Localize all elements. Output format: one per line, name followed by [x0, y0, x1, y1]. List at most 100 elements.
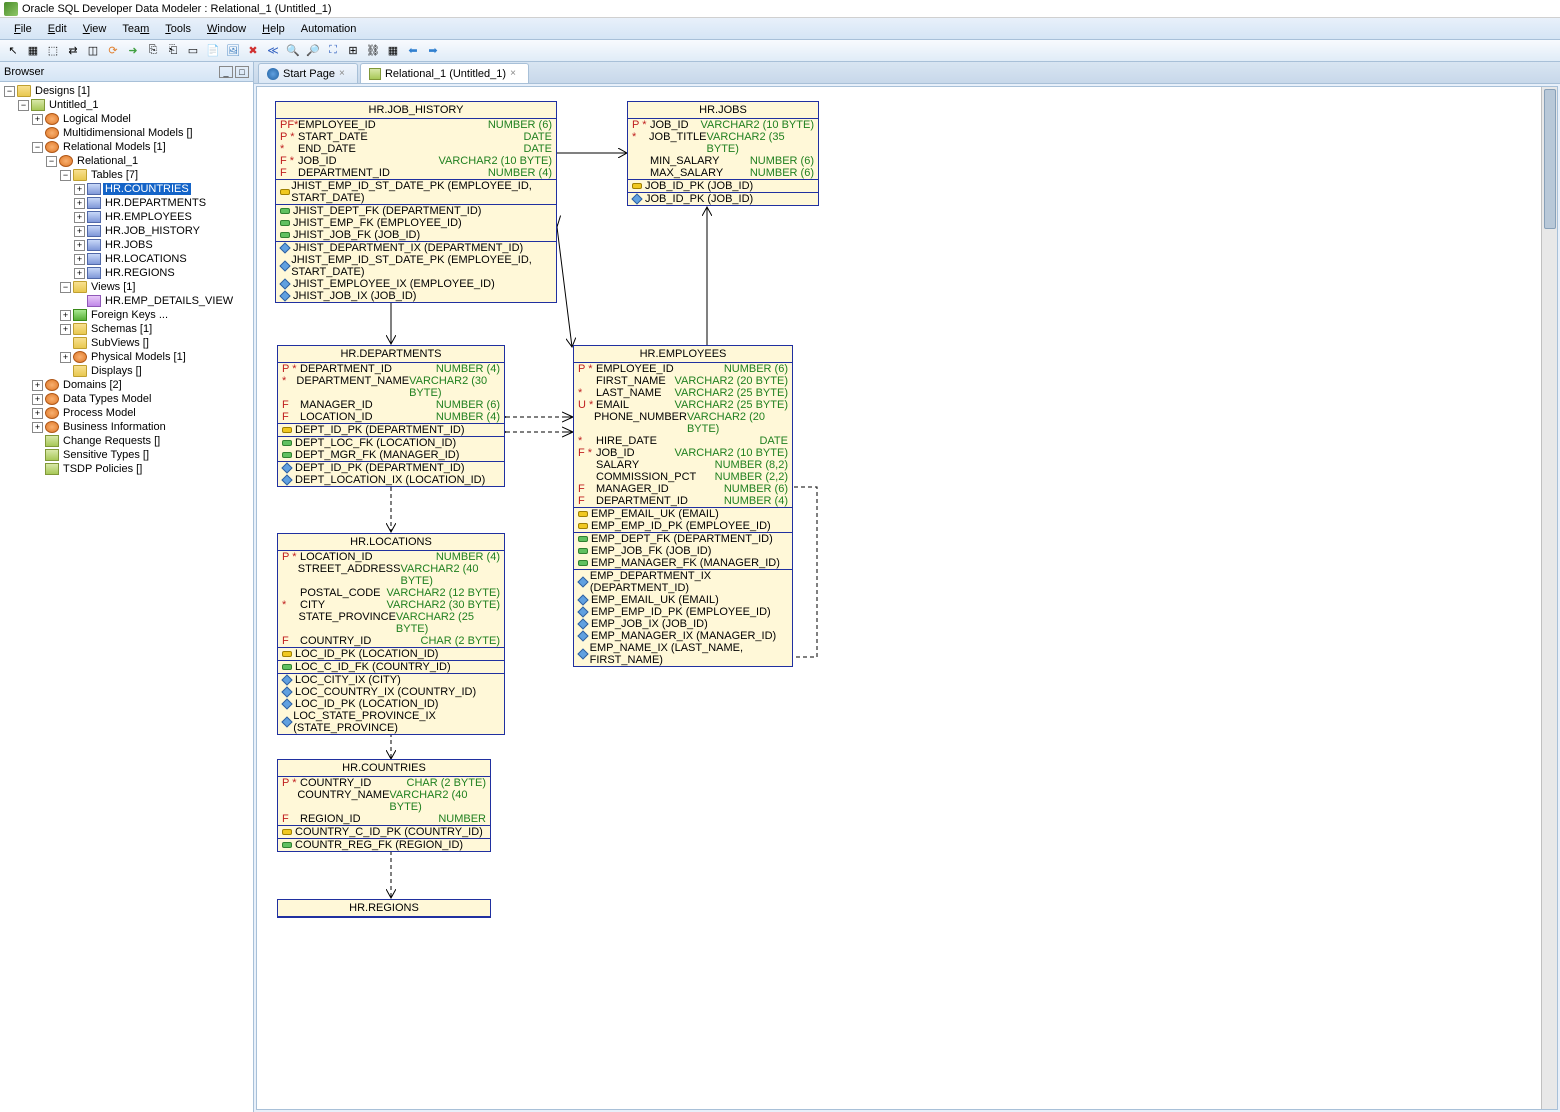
toolbar: ↖ ▦ ⬚ ⇄ ◫ ⟳ ➜ ⎘ ⎗ ▭ 📄 🖼 ✖ ≪ 🔍 🔎 ⛶ ⊞ ⛓ ▦ … — [0, 40, 1560, 62]
tab-start-page[interactable]: Start Page × — [258, 63, 358, 83]
entity-employees[interactable]: HR.EMPLOYEES P *EMPLOYEE_IDNUMBER (6)FIR… — [573, 345, 793, 667]
entity-title: HR.COUNTRIES — [278, 760, 490, 777]
constraint-row: LOC_STATE_PROVINCE_IX (STATE_PROVINCE) — [278, 710, 504, 734]
menu-tools[interactable]: Tools — [157, 21, 199, 37]
content-area: Start Page × Relational_1 (Untitled_1) × — [254, 62, 1560, 1112]
entity-locations[interactable]: HR.LOCATIONS P *LOCATION_IDNUMBER (4)STR… — [277, 533, 505, 735]
browser-tree[interactable]: −Designs [1] −Untitled_1 +Logical Model … — [0, 82, 253, 1112]
entity-title: HR.JOBS — [628, 102, 818, 119]
constraint-row: JHIST_EMP_ID_ST_DATE_PK (EMPLOYEE_ID, ST… — [276, 254, 556, 278]
tree-rel1[interactable]: −Relational_1 — [0, 154, 253, 168]
sidebar-minimize-button[interactable]: _ — [219, 66, 233, 78]
constraint-row: EMP_MANAGER_FK (MANAGER_ID) — [574, 557, 792, 569]
constraint-row: LOC_CITY_IX (CITY) — [278, 674, 504, 686]
constraint-row: EMP_EMP_ID_PK (EMPLOYEE_ID) — [574, 606, 792, 618]
back-nav-button[interactable]: ⬅ — [404, 42, 422, 60]
zoom-in-button[interactable]: 🔍 — [284, 42, 302, 60]
tree-subviews[interactable]: SubViews [] — [0, 336, 253, 350]
tree-view-empdetails[interactable]: HR.EMP_DETAILS_VIEW — [0, 294, 253, 308]
column-row: STATE_PROVINCEVARCHAR2 (25 BYTE) — [278, 611, 504, 635]
entity-regions[interactable]: HR.REGIONS — [277, 899, 491, 918]
tree-dtypes[interactable]: +Data Types Model — [0, 392, 253, 406]
tree-schemas[interactable]: +Schemas [1] — [0, 322, 253, 336]
tree-table-jobhistory[interactable]: +HR.JOB_HISTORY — [0, 224, 253, 238]
paste-button[interactable]: ⎗ — [164, 42, 182, 60]
tree-relmodels[interactable]: −Relational Models [1] — [0, 140, 253, 154]
pointer-button[interactable]: ↖ — [4, 42, 22, 60]
constraint-row: EMP_MANAGER_IX (MANAGER_ID) — [574, 630, 792, 642]
tree-physmodels[interactable]: +Physical Models [1] — [0, 350, 253, 364]
window-title: Oracle SQL Developer Data Modeler : Rela… — [22, 3, 332, 15]
new-button[interactable]: ▭ — [184, 42, 202, 60]
tree-tables[interactable]: −Tables [7] — [0, 168, 253, 182]
tab-relational[interactable]: Relational_1 (Untitled_1) × — [360, 63, 529, 83]
forward-button[interactable]: ➜ — [124, 42, 142, 60]
menu-help[interactable]: Help — [254, 21, 293, 37]
tree-domains[interactable]: +Domains [2] — [0, 378, 253, 392]
entity-columns: PF*EMPLOYEE_IDNUMBER (6)P *START_DATEDAT… — [276, 119, 556, 179]
close-icon[interactable]: × — [510, 68, 520, 79]
forward-nav-button[interactable]: ➡ — [424, 42, 442, 60]
relation-button[interactable]: ⇄ — [64, 42, 82, 60]
model-button[interactable]: ⬚ — [44, 42, 62, 60]
grid-button[interactable]: ▦ — [384, 42, 402, 60]
tree-table-regions[interactable]: +HR.REGIONS — [0, 266, 253, 280]
copy-button[interactable]: ⎘ — [144, 42, 162, 60]
tree-untitled[interactable]: −Untitled_1 — [0, 98, 253, 112]
tree-senstypes[interactable]: Sensitive Types [] — [0, 448, 253, 462]
zoom-reset-button[interactable]: ≪ — [264, 42, 282, 60]
constraint-row: JHIST_EMP_FK (EMPLOYEE_ID) — [276, 217, 556, 229]
view-button[interactable]: ◫ — [84, 42, 102, 60]
tree-tsdp[interactable]: TSDP Policies [] — [0, 462, 253, 476]
menu-automation[interactable]: Automation — [293, 21, 365, 37]
tree-bizinfo[interactable]: +Business Information — [0, 420, 253, 434]
constraint-row: EMP_EMAIL_UK (EMAIL) — [574, 508, 792, 520]
constraint-row: COUNTRY_C_ID_PK (COUNTRY_ID) — [278, 826, 490, 838]
menu-edit[interactable]: Edit — [40, 21, 75, 37]
tree-table-departments[interactable]: +HR.DEPARTMENTS — [0, 196, 253, 210]
entity-countries[interactable]: HR.COUNTRIES P *COUNTRY_IDCHAR (2 BYTE)C… — [277, 759, 491, 852]
scrollbar-thumb[interactable] — [1544, 89, 1556, 229]
tree-changereqs[interactable]: Change Requests [] — [0, 434, 253, 448]
constraint-row: EMP_JOB_FK (JOB_ID) — [574, 545, 792, 557]
constraint-row: LOC_ID_PK (LOCATION_ID) — [278, 698, 504, 710]
menu-view[interactable]: View — [75, 21, 115, 37]
column-row: *CITYVARCHAR2 (30 BYTE) — [278, 599, 504, 611]
tree-table-countries[interactable]: +HR.COUNTRIES — [0, 182, 253, 196]
image-button[interactable]: 🖼 — [224, 42, 242, 60]
vertical-scrollbar[interactable] — [1541, 87, 1557, 1109]
fit-button[interactable]: ⛶ — [324, 42, 342, 60]
tree-views[interactable]: −Views [1] — [0, 280, 253, 294]
tree-multi[interactable]: Multidimensional Models [] — [0, 126, 253, 140]
file-button[interactable]: 📄 — [204, 42, 222, 60]
sidebar-maximize-button[interactable]: □ — [235, 66, 249, 78]
tree-table-employees[interactable]: +HR.EMPLOYEES — [0, 210, 253, 224]
tree-table-locations[interactable]: +HR.LOCATIONS — [0, 252, 253, 266]
constraint-row: EMP_EMAIL_UK (EMAIL) — [574, 594, 792, 606]
menu-window[interactable]: Window — [199, 21, 254, 37]
menu-team[interactable]: Team — [114, 21, 157, 37]
tree-designs[interactable]: −Designs [1] — [0, 84, 253, 98]
column-row: *END_DATEDATE — [276, 143, 556, 155]
tree-fks[interactable]: +Foreign Keys ... — [0, 308, 253, 322]
tree-procmodel[interactable]: +Process Model — [0, 406, 253, 420]
tree-table-jobs[interactable]: +HR.JOBS — [0, 238, 253, 252]
entity-departments[interactable]: HR.DEPARTMENTS P *DEPARTMENT_IDNUMBER (4… — [277, 345, 505, 487]
menu-file[interactable]: File — [6, 21, 40, 37]
constraint-row: DEPT_ID_PK (DEPARTMENT_ID) — [278, 462, 504, 474]
delete-button[interactable]: ✖ — [244, 42, 262, 60]
sidebar: Browser _ □ −Designs [1] −Untitled_1 +Lo… — [0, 62, 254, 1112]
entity-jobs[interactable]: HR.JOBS P *JOB_IDVARCHAR2 (10 BYTE) *JOB… — [627, 101, 819, 206]
column-row: FDEPARTMENT_IDNUMBER (4) — [574, 495, 792, 507]
tree-displays[interactable]: Displays [] — [0, 364, 253, 378]
table-button[interactable]: ▦ — [24, 42, 42, 60]
refresh-button[interactable]: ⟳ — [104, 42, 122, 60]
zoom-out-button[interactable]: 🔎 — [304, 42, 322, 60]
entity-job-history[interactable]: HR.JOB_HISTORY PF*EMPLOYEE_IDNUMBER (6)P… — [275, 101, 557, 303]
column-row: F *JOB_IDVARCHAR2 (10 BYTE) — [276, 155, 556, 167]
diagram-canvas[interactable]: HR.JOB_HISTORY PF*EMPLOYEE_IDNUMBER (6)P… — [256, 86, 1558, 1110]
link-button[interactable]: ⛓ — [364, 42, 382, 60]
layout-button[interactable]: ⊞ — [344, 42, 362, 60]
close-icon[interactable]: × — [339, 68, 349, 79]
tree-logical[interactable]: +Logical Model — [0, 112, 253, 126]
